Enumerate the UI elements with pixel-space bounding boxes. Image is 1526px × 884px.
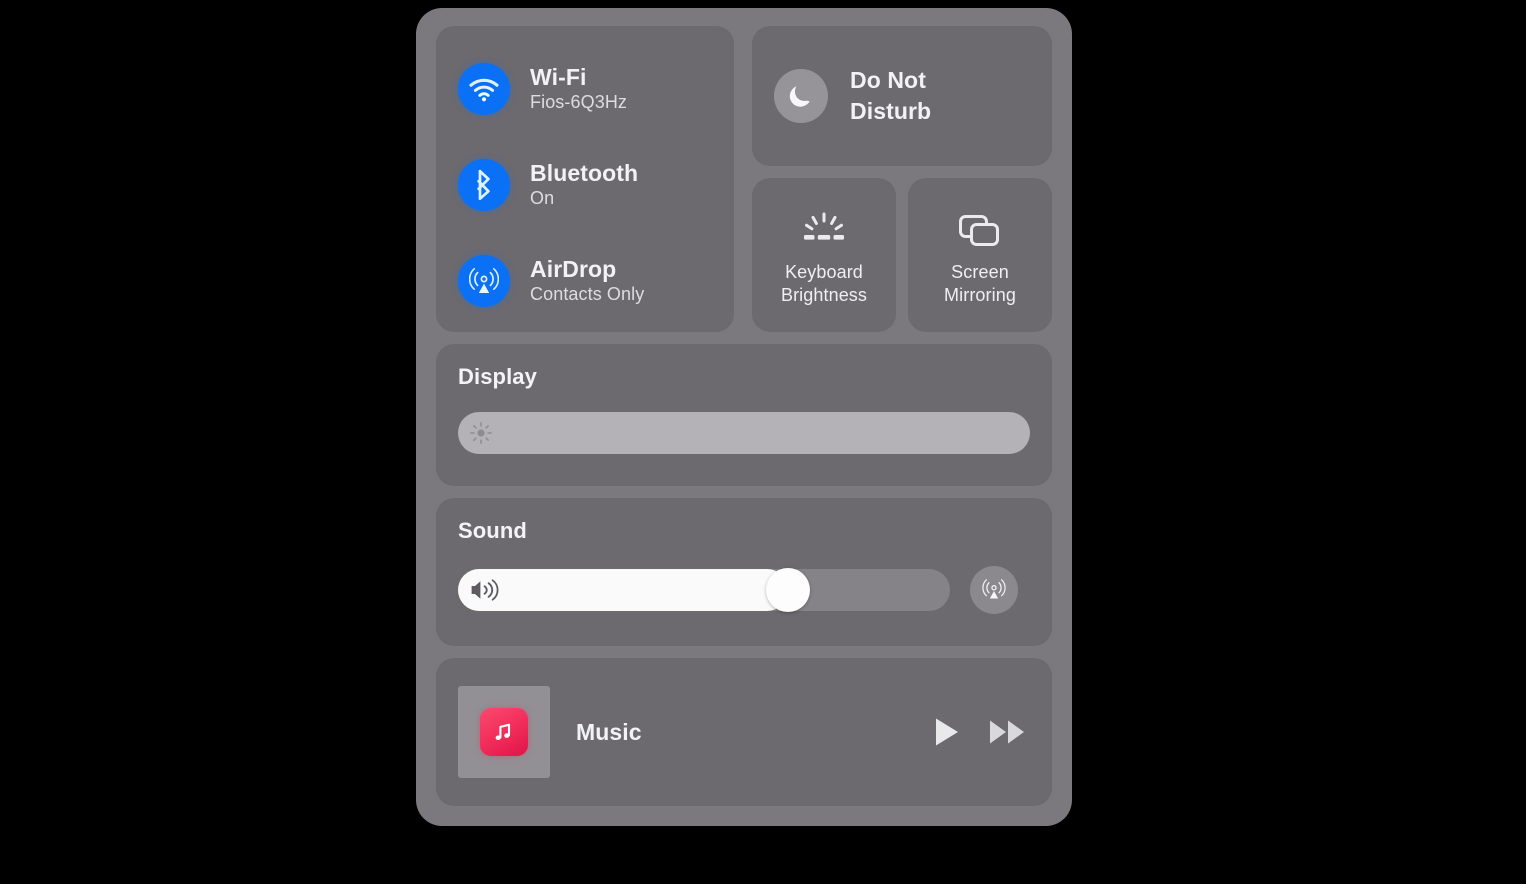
screen-mirroring-tile[interactable]: Screen Mirroring bbox=[908, 178, 1052, 332]
kb-label-line2: Brightness bbox=[780, 285, 868, 305]
display-card: Display bbox=[436, 344, 1052, 486]
sound-controls-row bbox=[458, 566, 1030, 614]
dnd-label-line2: Disturb bbox=[850, 98, 932, 124]
sound-slider-fill bbox=[458, 569, 788, 611]
do-not-disturb-label: Do Not Disturb bbox=[850, 65, 931, 127]
wifi-label: Wi-Fi bbox=[530, 64, 587, 91]
keyboard-brightness-label: Keyboard Brightness bbox=[781, 261, 867, 308]
screen-mirroring-label: Screen Mirroring bbox=[944, 261, 1016, 308]
now-playing-card: Music bbox=[436, 658, 1052, 806]
now-playing-app-name: Music bbox=[576, 718, 642, 745]
keyboard-brightness-tile[interactable]: Keyboard Brightness bbox=[752, 178, 896, 332]
sound-slider-thumb[interactable] bbox=[765, 568, 810, 612]
bluetooth-status: On bbox=[530, 188, 555, 209]
brightness-sun-icon bbox=[469, 421, 493, 445]
connectivity-row-bluetooth[interactable]: Bluetooth On bbox=[458, 148, 734, 222]
display-brightness-slider[interactable] bbox=[458, 412, 1030, 454]
kb-label-line1: Keyboard bbox=[785, 261, 863, 282]
sound-volume-slider[interactable] bbox=[458, 568, 950, 612]
play-icon bbox=[936, 718, 958, 746]
display-slider-fill bbox=[458, 412, 1030, 454]
screen-mirroring-icon bbox=[957, 203, 1003, 259]
bluetooth-label: Bluetooth bbox=[530, 160, 639, 187]
fast-forward-icon bbox=[990, 720, 1024, 744]
mirror-label-line1: Screen bbox=[951, 261, 1009, 282]
connectivity-row-text: Wi-Fi Fios-6Q3Hz bbox=[530, 65, 627, 112]
mirror-label-line2: Mirroring bbox=[944, 285, 1016, 305]
dnd-label-line1: Do Not bbox=[850, 66, 926, 93]
do-not-disturb-tile[interactable]: Do Not Disturb bbox=[752, 26, 1052, 166]
bluetooth-icon[interactable] bbox=[458, 159, 510, 211]
connectivity-row-text: AirDrop Contacts Only bbox=[530, 257, 644, 304]
wifi-icon[interactable] bbox=[458, 63, 510, 115]
moon-icon bbox=[774, 69, 828, 123]
connectivity-card: Wi-Fi Fios-6Q3Hz Bluetooth On AirDrop Co… bbox=[436, 26, 734, 332]
next-button[interactable] bbox=[988, 717, 1028, 747]
album-art-placeholder bbox=[458, 686, 550, 778]
wifi-network-name: Fios-6Q3Hz bbox=[530, 92, 628, 113]
control-center-panel: Wi-Fi Fios-6Q3Hz Bluetooth On AirDrop Co… bbox=[416, 8, 1072, 826]
airdrop-label: AirDrop bbox=[530, 256, 617, 283]
sound-card: Sound bbox=[436, 498, 1052, 646]
display-section-title: Display bbox=[458, 364, 537, 389]
airplay-audio-icon bbox=[982, 579, 1006, 599]
connectivity-row-airdrop[interactable]: AirDrop Contacts Only bbox=[458, 244, 734, 318]
airdrop-status: Contacts Only bbox=[530, 284, 645, 305]
music-app-icon bbox=[480, 708, 528, 756]
connectivity-row-text: Bluetooth On bbox=[530, 161, 638, 208]
play-button[interactable] bbox=[932, 716, 962, 748]
sound-section-title: Sound bbox=[458, 518, 527, 543]
airdrop-icon[interactable] bbox=[458, 255, 510, 307]
keyboard-brightness-icon bbox=[800, 203, 848, 259]
airplay-audio-button[interactable] bbox=[970, 566, 1018, 614]
connectivity-row-wifi[interactable]: Wi-Fi Fios-6Q3Hz bbox=[458, 52, 734, 126]
speaker-wave-icon bbox=[469, 578, 499, 602]
